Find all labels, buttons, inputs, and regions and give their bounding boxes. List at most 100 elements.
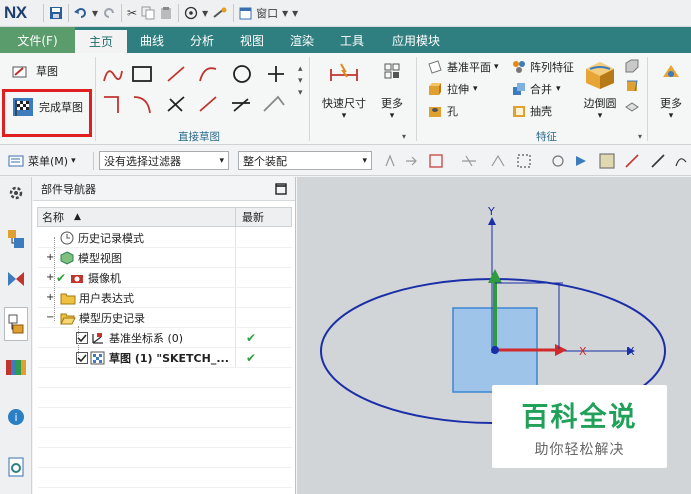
profile-icon xyxy=(103,70,123,82)
shell-button[interactable]: 抽壳 xyxy=(512,103,552,119)
tree-row-sketch[interactable]: 草图 (1) "SKETCH_... ✔ xyxy=(38,348,292,368)
assembly-navigator-icon[interactable] xyxy=(4,227,28,251)
dropdown-arrow-icon[interactable]: ▾ xyxy=(494,62,499,72)
dropdown-arrow-icon[interactable]: ▾ xyxy=(202,3,208,23)
expand-plus-icon[interactable]: + xyxy=(46,292,60,303)
more-button-2[interactable]: 更多 ▾ xyxy=(655,61,687,121)
tree-row-datum-csys[interactable]: 基准坐标系 (0) ✔ xyxy=(38,328,292,348)
group-options-icon[interactable]: ▾ xyxy=(638,132,642,141)
edge-blend-icon xyxy=(586,62,614,89)
tab-view[interactable]: 视图 xyxy=(227,27,277,53)
dropdown-arrow-icon: ▾ xyxy=(71,156,76,166)
edge-blend-button[interactable]: 边倒圆 ▾ xyxy=(580,59,620,121)
shell-icon xyxy=(513,106,525,117)
tab-application[interactable]: 应用模块 xyxy=(377,27,455,53)
constraint-navigator-icon[interactable] xyxy=(4,267,28,291)
dropdown-arrow-icon[interactable]: ▾ xyxy=(669,111,674,121)
more-label: 更多 xyxy=(660,97,682,110)
dropdown-arrow-icon[interactable]: ▾ xyxy=(342,111,347,121)
extrude-button[interactable]: 拉伸 ▾ xyxy=(428,81,478,97)
fillet-icon xyxy=(104,96,119,113)
unite-button[interactable]: 合并 ▾ xyxy=(512,81,561,97)
sketch-button[interactable]: 草图 xyxy=(12,63,58,79)
offset-curve-icon xyxy=(263,95,285,112)
tab-curve[interactable]: 曲线 xyxy=(127,27,177,53)
more-button-1[interactable]: 更多 ▾ xyxy=(376,61,408,121)
line-icon xyxy=(167,66,185,82)
settings-gear-icon[interactable] xyxy=(4,181,28,205)
separator xyxy=(95,57,96,141)
tree-row-history-mode[interactable]: 历史记录模式 xyxy=(38,228,292,248)
touch-mode-icon[interactable] xyxy=(184,3,198,23)
collapse-minus-icon[interactable]: − xyxy=(46,312,60,323)
group-title-direct-sketch: 直接草图 xyxy=(178,131,220,143)
expand-plus-icon[interactable]: + xyxy=(46,252,60,263)
sort-ascending-icon: ▲ xyxy=(74,212,81,222)
part-navigator-icon[interactable] xyxy=(4,307,28,341)
repeat-command-icon[interactable] xyxy=(212,3,228,23)
show-hide-icon xyxy=(552,155,564,167)
hole-icon xyxy=(429,107,441,117)
window-icon[interactable] xyxy=(239,3,252,23)
reuse-library-icon[interactable] xyxy=(4,355,28,379)
maximize-icon[interactable] xyxy=(275,182,287,195)
group-options-icon[interactable]: ▾ xyxy=(402,132,406,141)
snap-off-icon xyxy=(385,154,395,167)
selection-scope-value: 整个装配 xyxy=(243,154,287,168)
window-menu[interactable]: 窗口 xyxy=(256,3,278,23)
copy-icon[interactable] xyxy=(141,3,155,23)
finish-sketch-button[interactable]: 完成草图 xyxy=(12,97,83,117)
chamfer-feature-icon[interactable] xyxy=(625,59,639,73)
cut-icon[interactable]: ✂ xyxy=(127,3,137,23)
ribbon: 草图 完成草图 ▴ ▾ ▾ 快速尺寸 ▾ 更多 ▾ 直接草图 ▾ 基准平面 ▾ … xyxy=(0,53,691,145)
tab-home[interactable]: 主页 xyxy=(75,30,127,53)
selection-toolbar: 菜单(M) ▾ 没有选择过滤器 ▾ 整个装配 ▾ xyxy=(0,146,691,176)
hole-button[interactable]: 孔 xyxy=(428,103,458,119)
dropdown-arrow-icon[interactable]: ▾ xyxy=(92,3,98,23)
menu-label: 菜单(M) xyxy=(28,155,69,168)
trim-body-icon[interactable] xyxy=(625,99,639,113)
column-name[interactable]: 名称 ▲ xyxy=(38,208,236,226)
more-label: 更多 xyxy=(381,97,403,110)
tab-file[interactable]: 文件(F) xyxy=(0,27,75,53)
dropdown-arrow-icon[interactable]: ▾ xyxy=(390,111,395,121)
dropdown-arrow-icon[interactable]: ▾ xyxy=(598,111,603,121)
unite-icon xyxy=(513,83,525,95)
tab-analysis[interactable]: 分析 xyxy=(177,27,227,53)
more-commands-icon xyxy=(384,63,400,79)
dropdown-arrow-icon[interactable]: ▾ xyxy=(282,3,288,23)
tree-row-model-history[interactable]: − 模型历史记录 xyxy=(38,308,292,328)
gallery-scroll[interactable]: ▴ ▾ ▾ xyxy=(298,63,303,99)
column-latest[interactable]: 最新 xyxy=(236,208,291,226)
selection-scope-dropdown[interactable]: 整个装配 ▾ xyxy=(238,151,372,170)
tree-row-user-expressions[interactable]: + 用户表达式 xyxy=(38,288,292,308)
menu-button[interactable]: 菜单(M) ▾ xyxy=(8,153,76,169)
redo-icon[interactable] xyxy=(102,3,116,23)
pattern-feature-button[interactable]: 阵列特征 xyxy=(512,59,574,75)
title-bar: NX ▾ ✂ ▾ 窗口 ▾ ▾ xyxy=(0,0,691,27)
dropdown-arrow-icon[interactable]: ▾ xyxy=(556,84,561,94)
dropdown-arrow-icon: ▾ xyxy=(362,155,367,166)
tree-row-label: 摄像机 xyxy=(88,271,121,285)
datum-plane-label: 基准平面 xyxy=(447,61,491,74)
tab-tools[interactable]: 工具 xyxy=(327,27,377,53)
clock-icon xyxy=(60,231,74,244)
folder-open-icon xyxy=(60,313,76,324)
tree-row-model-views[interactable]: + 模型视图 xyxy=(38,248,292,268)
history-palette-icon[interactable] xyxy=(4,455,28,479)
latest-check-icon: ✔ xyxy=(246,330,257,345)
paste-icon[interactable] xyxy=(159,3,173,23)
dropdown-arrow-icon[interactable]: ▾ xyxy=(473,84,478,94)
type-filter-dropdown[interactable]: 没有选择过滤器 ▾ xyxy=(99,151,229,170)
save-icon[interactable] xyxy=(49,3,63,23)
draft-icon[interactable] xyxy=(625,79,639,93)
customize-quick-access-icon[interactable]: ▾ xyxy=(292,3,298,23)
quick-dimension-label: 快速尺寸 xyxy=(322,97,366,110)
quick-extend-icon xyxy=(199,96,217,112)
tree-row-cameras[interactable]: + ✔ 摄像机 xyxy=(38,268,292,288)
web-browser-icon[interactable]: i xyxy=(4,405,28,429)
datum-plane-button[interactable]: 基准平面 ▾ xyxy=(428,59,499,75)
tab-render[interactable]: 渲染 xyxy=(277,27,327,53)
quick-dimension-button[interactable]: 快速尺寸 ▾ xyxy=(320,61,368,121)
undo-icon[interactable] xyxy=(74,3,88,23)
